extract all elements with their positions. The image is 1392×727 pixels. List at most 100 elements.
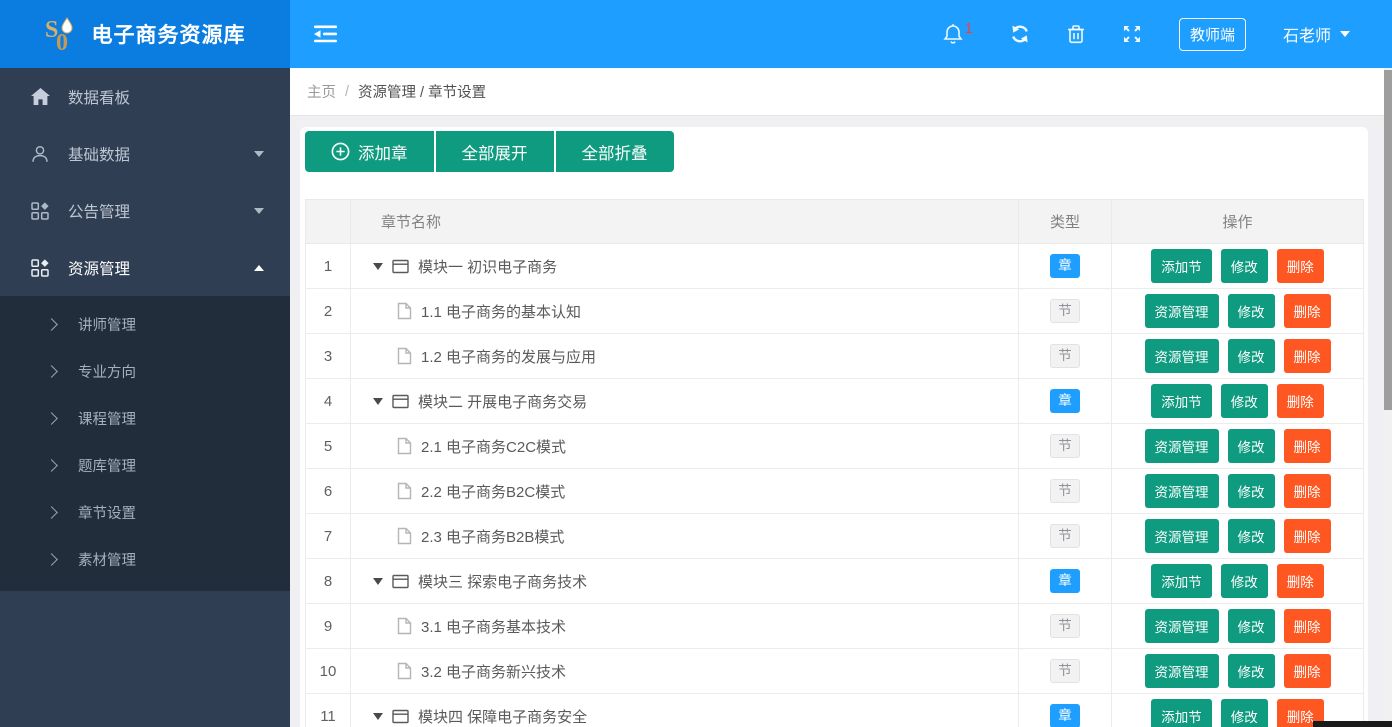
edit-button[interactable]: 修改 xyxy=(1227,609,1275,643)
add-section-button[interactable]: 添加节 xyxy=(1151,249,1212,283)
manage-resources-button[interactable]: 资源管理 xyxy=(1144,294,1219,328)
notification-bell-icon[interactable]: 1 xyxy=(943,21,973,45)
table-body: 1 模块一 初识电子商务 章 添加节 修改 删除 2 1.1 电子商务的基本认知 节… xyxy=(305,243,1364,727)
manage-resources-button[interactable]: 资源管理 xyxy=(1144,519,1219,553)
edit-button[interactable]: 修改 xyxy=(1220,564,1268,598)
add-section-button[interactable]: 添加节 xyxy=(1151,384,1212,418)
sidebar-item-resource-management[interactable]: 资源管理 xyxy=(0,239,290,296)
chapter-name: 2.3 电子商务B2B模式 xyxy=(421,528,565,546)
vertical-scrollbar-thumb[interactable] xyxy=(1384,70,1392,410)
edit-button[interactable]: 修改 xyxy=(1227,429,1275,463)
table-row: 9 3.1 电子商务基本技术 节 资源管理 修改 删除 xyxy=(305,603,1364,649)
fullscreen-icon[interactable] xyxy=(1122,24,1142,44)
edit-button[interactable]: 修改 xyxy=(1227,519,1275,553)
table-row: 6 2.2 电子商务B2C模式 节 资源管理 修改 删除 xyxy=(305,468,1364,514)
add-section-button[interactable]: 添加节 xyxy=(1151,564,1212,598)
vertical-scrollbar[interactable] xyxy=(1384,68,1392,727)
grid-icon xyxy=(30,258,50,277)
sidebar-item-chapter-settings[interactable]: 章节设置 xyxy=(0,489,290,536)
add-chapter-button[interactable]: 添加章 xyxy=(305,131,434,172)
delete-button[interactable]: 删除 xyxy=(1283,474,1331,508)
delete-button[interactable]: 删除 xyxy=(1283,429,1331,463)
delete-button[interactable]: 删除 xyxy=(1283,519,1331,553)
manage-resources-button[interactable]: 资源管理 xyxy=(1144,654,1219,688)
breadcrumb-path: 资源管理 / 章节设置 xyxy=(358,85,487,101)
delete-button[interactable]: 删除 xyxy=(1276,249,1324,283)
edit-button[interactable]: 修改 xyxy=(1227,654,1275,688)
delete-button[interactable]: 删除 xyxy=(1276,564,1324,598)
logo-area: S 0 电子商务资源库 xyxy=(0,0,290,68)
teacher-client-button[interactable]: 教师端 xyxy=(1178,17,1246,51)
row-actions: 资源管理 修改 删除 xyxy=(1112,654,1363,688)
type-badge: 节 xyxy=(1050,614,1080,638)
type-badge: 章 xyxy=(1050,704,1080,727)
app-logo-icon: S 0 xyxy=(45,15,81,53)
row-index: 5 xyxy=(323,437,333,455)
sidebar-item-course-management[interactable]: 课程管理 xyxy=(0,395,290,442)
folder-icon xyxy=(392,394,409,409)
breadcrumb-home-link[interactable]: 主页 xyxy=(307,81,336,102)
collapse-row-caret-icon[interactable] xyxy=(373,713,383,725)
manage-resources-button[interactable]: 资源管理 xyxy=(1144,474,1219,508)
document-icon xyxy=(397,437,412,455)
user-icon xyxy=(30,145,50,163)
edit-button[interactable]: 修改 xyxy=(1227,339,1275,373)
row-index: 11 xyxy=(320,707,336,725)
sidebar-item-announcements[interactable]: 公告管理 xyxy=(0,182,290,239)
column-header-name: 章节名称 xyxy=(350,199,1019,244)
edit-button[interactable]: 修改 xyxy=(1220,699,1268,727)
delete-button[interactable]: 删除 xyxy=(1283,609,1331,643)
collapse-row-caret-icon[interactable] xyxy=(373,578,383,590)
table-row: 8 模块三 探索电子商务技术 章 添加节 修改 删除 xyxy=(305,558,1364,604)
user-name: 石老师 xyxy=(1282,28,1331,45)
type-badge: 节 xyxy=(1050,434,1080,458)
type-badge: 章 xyxy=(1050,389,1080,413)
sidebar-item-major-direction[interactable]: 专业方向 xyxy=(0,348,290,395)
horizontal-scrollbar-thumb[interactable] xyxy=(1313,721,1392,727)
sidebar-item-dashboard[interactable]: 数据看板 xyxy=(0,68,290,125)
row-actions: 资源管理 修改 删除 xyxy=(1112,519,1363,553)
sidebar-item-instructor-management[interactable]: 讲师管理 xyxy=(0,301,290,348)
delete-button[interactable]: 删除 xyxy=(1283,654,1331,688)
row-index: 1 xyxy=(323,257,333,275)
folder-icon xyxy=(392,574,409,589)
manage-resources-button[interactable]: 资源管理 xyxy=(1144,339,1219,373)
edit-button[interactable]: 修改 xyxy=(1227,294,1275,328)
expand-all-button[interactable]: 全部展开 xyxy=(433,131,554,172)
collapse-menu-icon[interactable] xyxy=(314,25,337,43)
type-badge: 章 xyxy=(1050,254,1080,278)
breadcrumb-separator: / xyxy=(345,83,350,100)
manage-resources-button[interactable]: 资源管理 xyxy=(1144,609,1219,643)
trash-icon[interactable] xyxy=(1067,24,1085,44)
table-row: 2 1.1 电子商务的基本认知 节 资源管理 修改 删除 xyxy=(305,288,1364,334)
delete-button[interactable]: 删除 xyxy=(1283,339,1331,373)
edit-button[interactable]: 修改 xyxy=(1220,384,1268,418)
document-icon xyxy=(397,617,412,635)
add-section-button[interactable]: 添加节 xyxy=(1151,699,1212,727)
manage-resources-button[interactable]: 资源管理 xyxy=(1144,429,1219,463)
sidebar-item-basic-data[interactable]: 基础数据 xyxy=(0,125,290,182)
toolbar: 添加章 全部展开 全部折叠 xyxy=(300,127,1368,172)
type-badge: 节 xyxy=(1050,524,1080,548)
edit-button[interactable]: 修改 xyxy=(1227,474,1275,508)
delete-button[interactable]: 删除 xyxy=(1276,384,1324,418)
edit-button[interactable]: 修改 xyxy=(1220,249,1268,283)
table-row: 1 模块一 初识电子商务 章 添加节 修改 删除 xyxy=(305,243,1364,289)
row-actions: 资源管理 修改 删除 xyxy=(1112,474,1363,508)
table-row: 4 模块二 开展电子商务交易 章 添加节 修改 删除 xyxy=(305,378,1364,424)
collapse-all-button[interactable]: 全部折叠 xyxy=(553,131,674,172)
chapter-name: 1.1 电子商务的基本认知 xyxy=(421,303,582,321)
sidebar-item-material-management[interactable]: 素材管理 xyxy=(0,536,290,583)
delete-button[interactable]: 删除 xyxy=(1283,294,1331,328)
chapter-name: 3.1 电子商务基本技术 xyxy=(421,618,567,636)
row-index: 8 xyxy=(323,572,333,590)
row-actions: 添加节 修改 删除 xyxy=(1112,384,1363,418)
sidebar-item-question-bank[interactable]: 题库管理 xyxy=(0,442,290,489)
chevron-right-icon xyxy=(45,459,58,472)
row-actions: 资源管理 修改 删除 xyxy=(1112,609,1363,643)
home-icon xyxy=(30,88,50,105)
collapse-row-caret-icon[interactable] xyxy=(373,263,383,275)
collapse-row-caret-icon[interactable] xyxy=(373,398,383,410)
user-menu[interactable]: 石老师 xyxy=(1283,22,1350,46)
refresh-icon[interactable] xyxy=(1010,24,1030,44)
